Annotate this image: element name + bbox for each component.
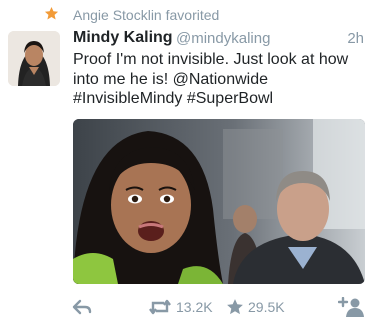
avatar[interactable]: [8, 31, 60, 86]
add-user-icon: [338, 297, 364, 317]
tweet-actions: 13.2K 29.5K: [0, 294, 372, 324]
tweet-header: Mindy Kaling @mindykaling 2h: [73, 29, 368, 49]
tweet-photo[interactable]: [73, 119, 365, 284]
follow-button[interactable]: [338, 294, 364, 320]
star-icon: [44, 6, 59, 20]
tweet-text-line: into me he is! @Nationwide: [73, 70, 268, 88]
timestamp[interactable]: 2h: [347, 30, 364, 47]
favorite-button[interactable]: 29.5K: [226, 294, 285, 320]
context-label: Angie Stocklin favorited: [73, 7, 220, 23]
star-icon: [227, 299, 243, 315]
retweet-button[interactable]: 13.2K: [148, 294, 213, 320]
tweet-text-line: #InvisibleMindy #SuperBowl: [73, 90, 274, 107]
tweet[interactable]: Angie Stocklin favorited Mindy Kaling @m…: [0, 0, 372, 332]
display-name[interactable]: Mindy Kaling: [73, 29, 173, 47]
favorite-count: 29.5K: [248, 299, 285, 315]
user-handle[interactable]: @mindykaling: [176, 30, 270, 47]
retweet-count: 13.2K: [176, 299, 213, 315]
social-context: Angie Stocklin favorited: [0, 0, 372, 28]
tweet-text: Proof I'm not invisible. Just look at ho…: [73, 50, 365, 109]
reply-icon: [72, 299, 92, 315]
tweet-text-line: Proof I'm not invisible. Just look at ho…: [73, 51, 349, 68]
retweet-icon: [149, 299, 171, 315]
reply-button[interactable]: [72, 294, 92, 320]
